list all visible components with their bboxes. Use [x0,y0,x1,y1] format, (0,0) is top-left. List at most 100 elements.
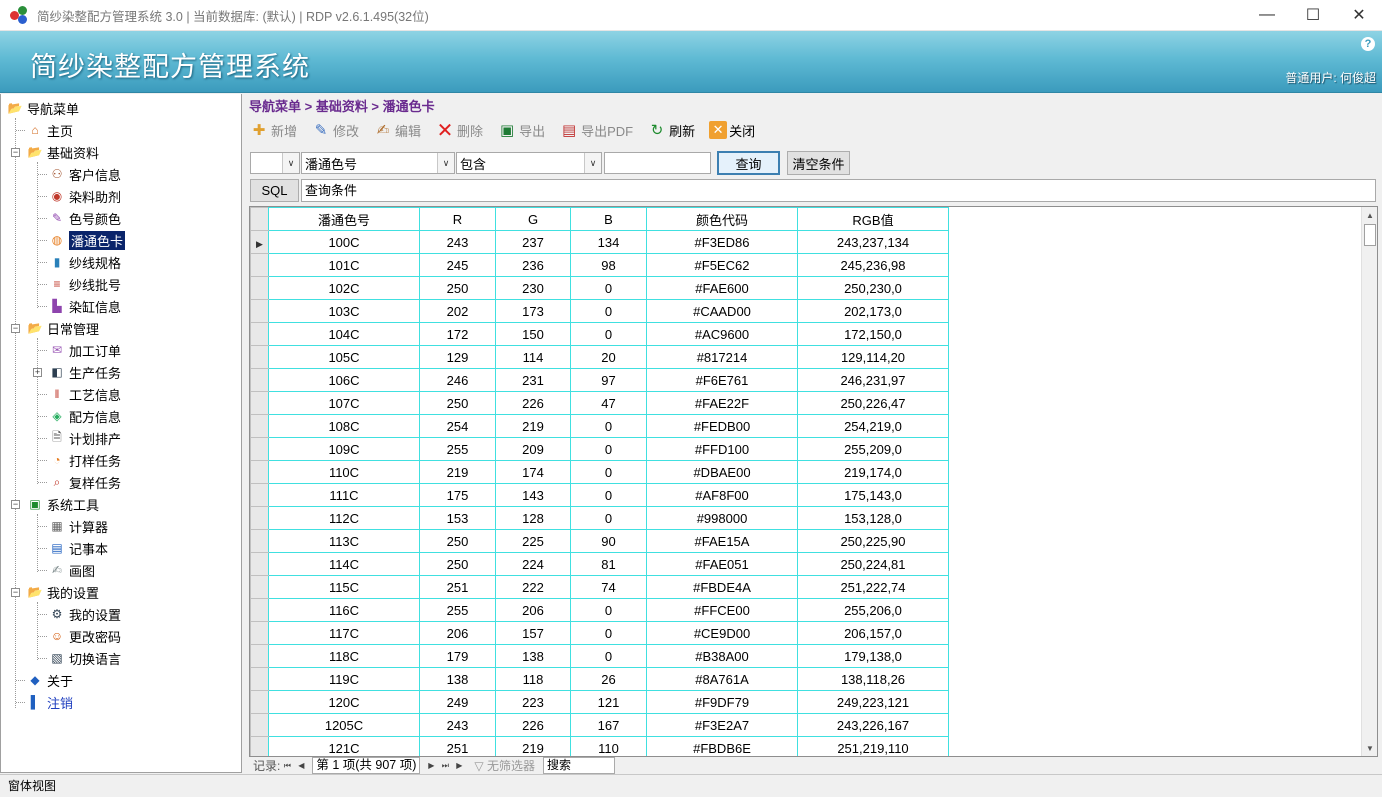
operator-select[interactable]: 包含 ∨ [456,152,602,174]
scroll-up-icon[interactable]: ▲ [1362,207,1377,223]
minimize-button[interactable]: — [1244,0,1290,30]
table-cell[interactable]: 219 [495,736,571,756]
table-cell[interactable]: 250,224,81 [797,552,949,576]
sidebar-item-orders[interactable]: ✉ 加工订单 [49,340,121,360]
delete-button[interactable]: ✕ 删除 [435,120,483,142]
row-selector[interactable] [250,644,269,668]
table-cell[interactable]: 237 [495,230,571,254]
sidebar-item-color-numbers[interactable]: ✎ 色号颜色 [49,208,121,228]
table-cell[interactable]: 0 [570,598,647,622]
table-cell[interactable]: 0 [570,276,647,300]
expand-tools-toggle[interactable]: − [11,500,20,509]
column-header[interactable]: G [495,207,571,231]
table-cell[interactable]: 236 [495,253,571,277]
table-cell[interactable]: 250 [419,552,496,576]
table-cell[interactable]: #FFD100 [646,437,798,461]
table-cell[interactable]: 202 [419,299,496,323]
table-cell[interactable]: 250,225,90 [797,529,949,553]
table-cell[interactable]: 118 [495,667,571,691]
row-selector[interactable] [250,529,269,553]
table-cell[interactable]: 0 [570,322,647,346]
column-header[interactable]: B [570,207,647,231]
clear-conditions-button[interactable]: 清空条件 [787,151,850,175]
table-cell[interactable]: 103C [268,299,420,323]
table-cell[interactable]: 243,226,167 [797,713,949,737]
table-cell[interactable]: 107C [268,391,420,415]
navigator-search-input[interactable]: 搜索 [542,757,615,774]
table-row[interactable]: 108C 254 219 0 #FEDB00 254,219,0 [250,414,949,438]
row-selector[interactable] [250,414,269,438]
table-cell[interactable]: 119C [268,667,420,691]
table-cell[interactable]: #F9DF79 [646,690,798,714]
maximize-button[interactable]: ☐ [1290,0,1336,30]
table-cell[interactable]: #F3E2A7 [646,713,798,737]
table-cell[interactable]: 243,237,134 [797,230,949,254]
table-row[interactable]: 119C 138 118 26 #8A761A 138,118,26 [250,667,949,691]
table-row[interactable]: 104C 172 150 0 #AC9600 172,150,0 [250,322,949,346]
table-cell[interactable]: 250 [419,529,496,553]
add-button[interactable]: ✚ 新增 [249,120,297,140]
table-cell[interactable]: 226 [495,391,571,415]
table-cell[interactable]: #CAAD00 [646,299,798,323]
table-cell[interactable]: 20 [570,345,647,369]
table-cell[interactable]: 113C [268,529,420,553]
table-cell[interactable]: 104C [268,322,420,346]
table-cell[interactable]: 246 [419,368,496,392]
table-cell[interactable]: #998000 [646,506,798,530]
sidebar-item-schedule[interactable]: 🗎 计划排产 [49,428,121,448]
table-cell[interactable]: 121 [570,690,647,714]
table-cell[interactable]: #FAE22F [646,391,798,415]
table-cell[interactable]: #FEDB00 [646,414,798,438]
table-cell[interactable]: 106C [268,368,420,392]
sql-button[interactable]: SQL [250,179,299,202]
query-button[interactable]: 查询 [717,151,780,175]
table-cell[interactable]: 243 [419,713,496,737]
table-cell[interactable]: #FBDB6E [646,736,798,756]
query-condition-field[interactable]: 查询条件 [301,179,1376,202]
table-cell[interactable]: 179,138,0 [797,644,949,668]
table-cell[interactable]: 110 [570,736,647,756]
row-selector[interactable] [250,322,269,346]
table-cell[interactable]: 167 [570,713,647,737]
table-cell[interactable]: 219 [495,414,571,438]
table-cell[interactable]: 173 [495,299,571,323]
table-cell[interactable]: #817214 [646,345,798,369]
table-cell[interactable]: 251,219,110 [797,736,949,756]
column-header[interactable]: RGB值 [797,207,949,231]
table-cell[interactable]: 150 [495,322,571,346]
sidebar-item-paint[interactable]: ✍ 画图 [49,560,95,580]
table-cell[interactable]: #F3ED86 [646,230,798,254]
table-cell[interactable]: 115C [268,575,420,599]
sidebar-item-change-password[interactable]: ☺ 更改密码 [49,626,121,646]
table-cell[interactable]: 0 [570,483,647,507]
table-row[interactable]: 1205C 243 226 167 #F3E2A7 243,226,167 [250,713,949,737]
export-pdf-button[interactable]: ▤ 导出PDF [559,120,633,140]
table-cell[interactable]: #DBAE00 [646,460,798,484]
table-cell[interactable]: #AC9600 [646,322,798,346]
prefix-select[interactable]: ∨ [250,152,300,174]
row-selector[interactable] [250,391,269,415]
table-row[interactable]: 118C 179 138 0 #B38A00 179,138,0 [250,644,949,668]
table-row[interactable]: ▶ 100C 243 237 134 #F3ED86 243,237,134 [250,230,949,254]
table-cell[interactable]: 47 [570,391,647,415]
filter-value-input[interactable] [604,152,711,174]
record-position[interactable]: 第 1 项(共 907 项) [312,757,421,774]
table-cell[interactable]: 174 [495,460,571,484]
expand-basic-toggle[interactable]: − [11,148,20,157]
expand-settings-toggle[interactable]: − [11,588,20,597]
table-cell[interactable]: 224 [495,552,571,576]
table-cell[interactable]: 117C [268,621,420,645]
no-filter-indicator[interactable]: ▽ 无筛选器 [474,757,535,774]
table-cell[interactable]: 223 [495,690,571,714]
table-cell[interactable]: 118C [268,644,420,668]
row-selector[interactable] [250,598,269,622]
table-cell[interactable]: 206 [495,598,571,622]
table-cell[interactable]: 255,209,0 [797,437,949,461]
sidebar-item-my-settings[interactable]: ⚙ 我的设置 [49,604,121,624]
row-selector[interactable] [250,276,269,300]
table-cell[interactable]: 114 [495,345,571,369]
scroll-down-icon[interactable]: ▼ [1362,740,1377,756]
expand-daily-toggle[interactable]: − [11,324,20,333]
table-cell[interactable]: 255 [419,598,496,622]
sidebar-item-language[interactable]: ▧ 切换语言 [49,648,121,668]
